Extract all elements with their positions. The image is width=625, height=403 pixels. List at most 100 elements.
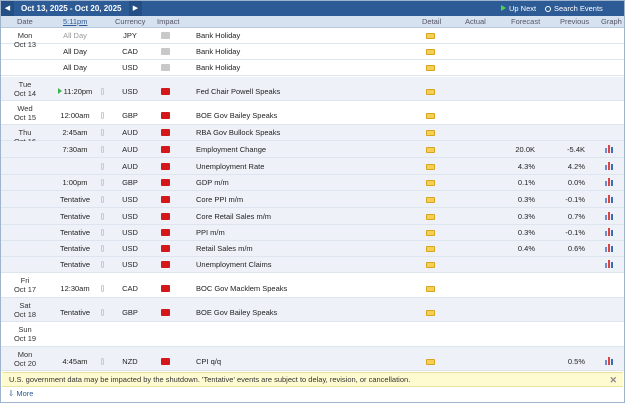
table-row: Tue Oct 14 11:20pm USD Fed Chair Powell Spea…: [1, 77, 624, 101]
prev-week-arrow-icon[interactable]: ◀: [1, 1, 14, 16]
event-title[interactable]: Bank Holiday: [196, 60, 240, 76]
graph-bar: [611, 196, 613, 203]
speaker-icon: [101, 209, 107, 225]
forecast-value: 0.3%: [517, 228, 535, 237]
graph-button[interactable]: [605, 142, 614, 158]
graph-button[interactable]: [605, 354, 614, 370]
detail-folder[interactable]: [426, 159, 435, 175]
calendar-widget: ◀ Oct 13, 2025 - Oct 20, 2025 ▶ Up Next …: [0, 0, 625, 403]
event-title[interactable]: PPI m/m: [196, 225, 225, 241]
impact-icon: [161, 28, 175, 44]
day-date: Oct 14: [13, 89, 37, 98]
event-time-text: All Day: [63, 31, 87, 40]
detail-folder[interactable]: [426, 209, 435, 225]
table-row: Tentative USD PPI m/m 0.3% -0.1%: [1, 225, 624, 241]
up-next-button[interactable]: Up Next: [501, 1, 536, 16]
graph-icon: [605, 357, 614, 365]
event-time: Tentative: [51, 241, 99, 257]
detail-folder[interactable]: [426, 28, 435, 44]
currency: USD: [122, 244, 138, 253]
event-title[interactable]: Core PPI m/m: [196, 192, 243, 208]
event-title[interactable]: Retail Sales m/m: [196, 241, 253, 257]
speaker-icon: [101, 241, 107, 257]
next-week-arrow-icon[interactable]: ▶: [129, 1, 142, 16]
high-impact-folder-icon: [161, 112, 170, 119]
graph-button[interactable]: [605, 241, 614, 257]
forecast-value: 0.3%: [517, 211, 535, 221]
event-title[interactable]: Unemployment Claims: [196, 257, 271, 273]
detail-folder[interactable]: [426, 354, 435, 370]
event-title[interactable]: BOE Gov Bailey Speaks: [196, 108, 277, 124]
graph-button[interactable]: [605, 257, 614, 273]
event-title[interactable]: Fed Chair Powell Speaks: [196, 84, 280, 100]
graph-button[interactable]: [605, 159, 614, 175]
graph-button[interactable]: [605, 209, 614, 225]
detail-folder[interactable]: [426, 142, 435, 158]
day-name: Mon: [17, 31, 33, 40]
day-label: Wed Oct 15: [1, 104, 49, 122]
detail-folder[interactable]: [426, 84, 435, 100]
detail-folder[interactable]: [426, 305, 435, 321]
graph-bar: [605, 214, 607, 220]
event-title[interactable]: Core Retail Sales m/m: [196, 209, 271, 225]
event-title[interactable]: Employment Change: [196, 142, 266, 158]
high-impact-folder-icon: [161, 129, 170, 136]
currency: USD: [122, 211, 138, 221]
search-events-button[interactable]: Search Events: [545, 1, 603, 16]
graph-bar: [608, 260, 610, 268]
event-time-text: Tentative: [59, 211, 91, 221]
day-name: Wed: [17, 104, 33, 113]
col-detail: Detail: [422, 17, 442, 26]
event-title[interactable]: RBA Gov Bullock Speaks: [196, 125, 280, 141]
day-label: Fri Oct 17: [1, 276, 49, 294]
detail-folder[interactable]: [426, 257, 435, 273]
detail-folder[interactable]: [426, 241, 435, 257]
graph-button[interactable]: [605, 175, 614, 191]
detail-folder-icon: [426, 213, 435, 220]
col-time-current[interactable]: 5:11pm: [63, 16, 87, 28]
currency: GBP: [122, 308, 138, 317]
date-range-label[interactable]: Oct 13, 2025 - Oct 20, 2025: [21, 1, 122, 16]
event-title[interactable]: GDP m/m: [196, 175, 229, 191]
graph-bar: [608, 211, 610, 220]
previous-value: -0.1%: [565, 194, 585, 204]
detail-folder[interactable]: [426, 281, 435, 297]
detail-folder[interactable]: [426, 125, 435, 141]
detail-folder[interactable]: [426, 108, 435, 124]
detail-folder[interactable]: [426, 192, 435, 208]
detail-folder[interactable]: [426, 225, 435, 241]
detail-folder[interactable]: [426, 60, 435, 76]
event-title[interactable]: CPI q/q: [196, 354, 221, 370]
detail-folder[interactable]: [426, 175, 435, 191]
table-row: ThuOct 162:45amAUDRBA Gov Bullock Speaks: [1, 125, 624, 146]
impact-icon: [161, 142, 175, 158]
event-title[interactable]: Bank Holiday: [196, 44, 240, 60]
event-title[interactable]: Unemployment Rate: [196, 159, 264, 175]
event-title[interactable]: BOE Gov Bailey Speaks: [196, 305, 277, 321]
detail-folder[interactable]: [426, 44, 435, 60]
day-date: Oct 20: [13, 359, 37, 368]
event-title[interactable]: Bank Holiday: [196, 28, 240, 44]
speaker-glyph: [101, 162, 104, 170]
graph-icon: [605, 211, 614, 220]
graph-bar: [605, 263, 607, 268]
graph-bar: [608, 228, 610, 236]
speaker-glyph: [101, 309, 104, 316]
event-title[interactable]: BOC Gov Macklem Speaks: [196, 281, 287, 297]
col-impact: Impact: [157, 17, 180, 26]
more-link[interactable]: ⇩ More: [8, 389, 33, 399]
day-name: Thu: [18, 128, 32, 137]
currency: USD: [122, 194, 138, 204]
graph-button[interactable]: [605, 225, 614, 241]
speaker-icon: [101, 354, 107, 370]
graph-bar: [608, 178, 610, 186]
graph-button[interactable]: [605, 192, 614, 208]
speaker-icon: [101, 257, 107, 273]
speaker-glyph: [101, 261, 104, 268]
high-impact-folder-icon: [161, 284, 170, 292]
day-label: Mon Oct 20: [1, 350, 49, 368]
high-impact-folder-icon: [161, 309, 170, 316]
table-row: 1:00pm GBP GDP m/m 0.1% 0.0%: [1, 175, 624, 191]
event-time: 1:00pm: [51, 175, 99, 191]
close-icon[interactable]: ✕: [609, 373, 617, 387]
